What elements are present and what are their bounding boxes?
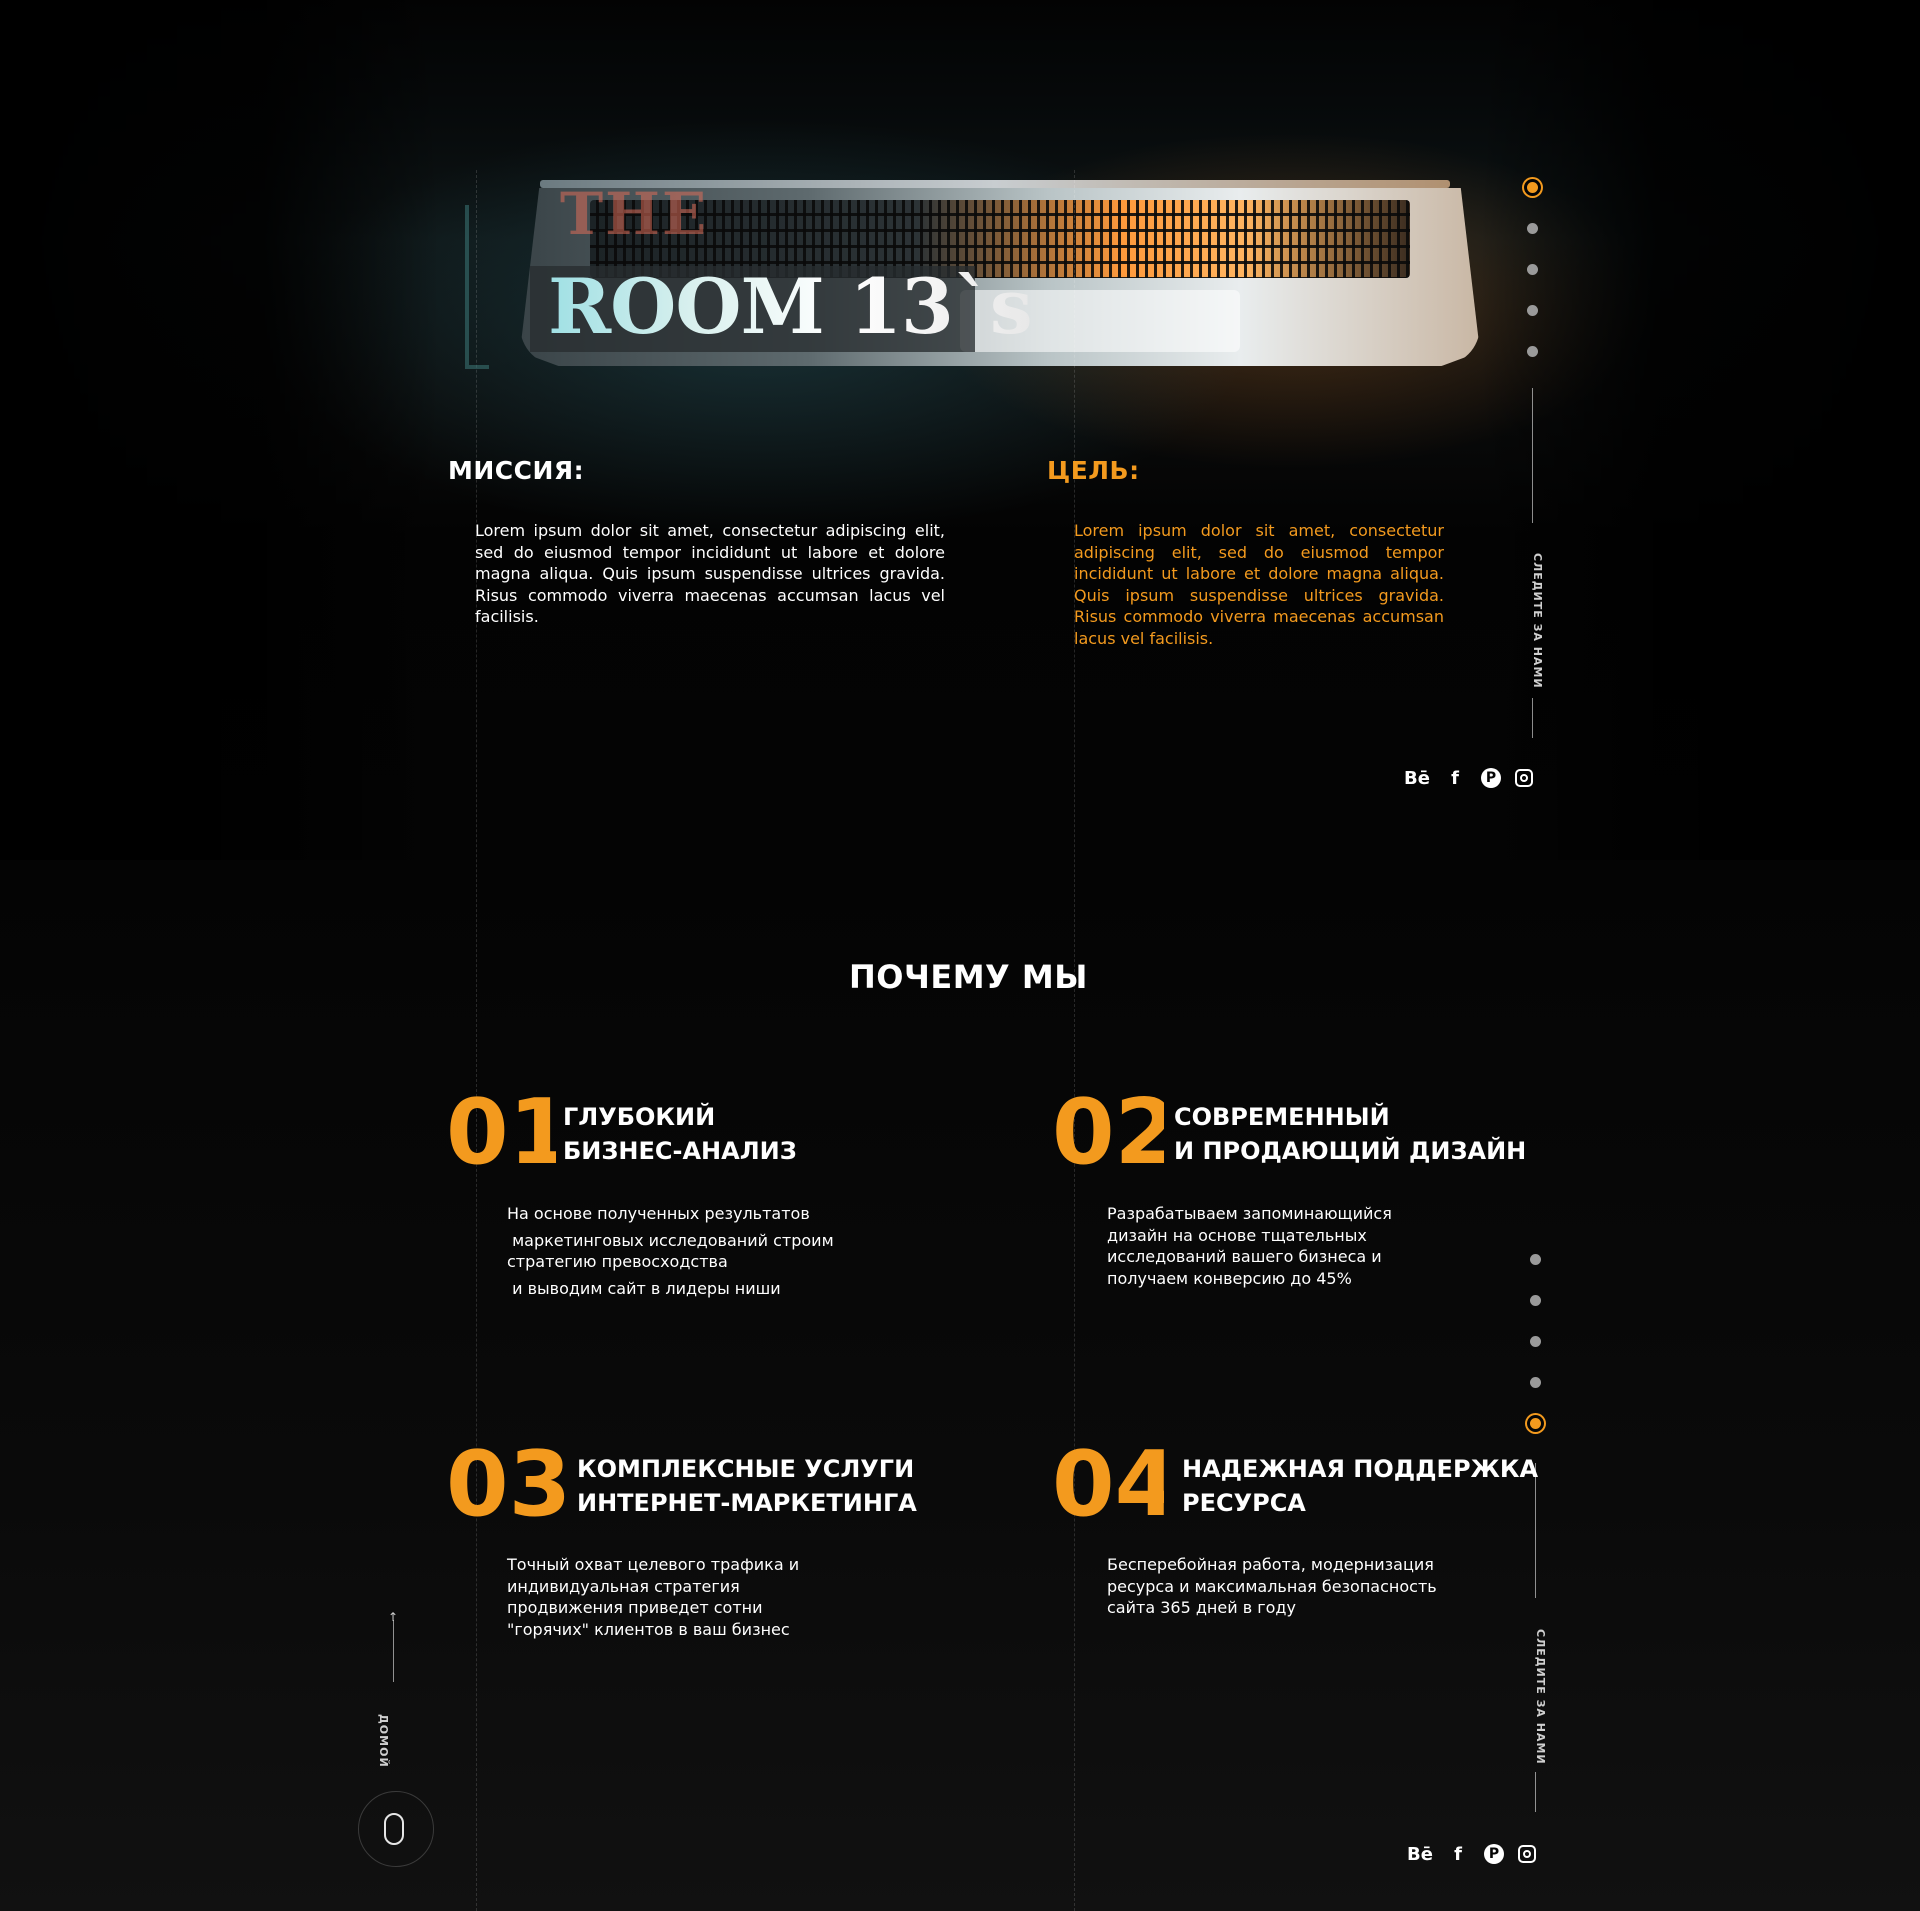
pinterest-icon[interactable]: P — [1481, 768, 1501, 788]
section-nav-dot-4[interactable] — [1530, 1377, 1541, 1388]
pinterest-icon[interactable]: P — [1484, 1844, 1504, 1864]
feature-text-line: продвижения приведет сотни — [507, 1598, 763, 1617]
follow-us-label: СЛЕДИТЕ ЗА НАМИ — [1534, 1629, 1547, 1765]
feature-heading-line: ИНТЕРНЕТ-МАРКЕТИНГА — [577, 1489, 917, 1517]
section-nav-dot-3[interactable] — [1530, 1336, 1541, 1347]
scroll-button[interactable] — [358, 1791, 434, 1867]
follow-us-label: СЛЕДИТЕ ЗА НАМИ — [1531, 553, 1544, 689]
feature-heading-4: НАДЕЖНАЯ ПОДДЕРЖКА РЕСУРСА — [1182, 1452, 1538, 1520]
logo-title: ROOM 13`s — [548, 262, 1033, 351]
feature-text-3: Точный охват целевого трафика и индивиду… — [507, 1554, 799, 1640]
social-links: Bē f P — [1407, 1842, 1536, 1866]
section-nav-dot-4[interactable] — [1527, 305, 1538, 316]
section-nav-dot-2[interactable] — [1527, 223, 1538, 234]
guide-line-left — [476, 170, 477, 1911]
goal-title: ЦЕЛЬ: — [1047, 456, 1140, 485]
mission-title: МИССИЯ: — [448, 456, 585, 485]
facebook-icon[interactable]: f — [1443, 766, 1467, 790]
feature-text-line: и выводим сайт в лидеры ниши — [507, 1278, 781, 1298]
home-rail-line — [393, 1620, 394, 1682]
section-background — [0, 860, 1920, 1911]
feature-text-line: Точный охват целевого трафика и — [507, 1555, 800, 1574]
feature-heading-1: ГЛУБОКИЙ БИЗНЕС-АНАЛИЗ — [563, 1100, 797, 1168]
feature-text-line: исследований вашего бизнеса и — [1107, 1247, 1382, 1266]
feature-heading-line: И ПРОДАЮЩИЙ ДИЗАЙН — [1174, 1137, 1527, 1165]
rail-divider-top — [1532, 388, 1533, 523]
behance-icon[interactable]: Bē — [1407, 1842, 1433, 1866]
feature-number-1: 01 — [446, 1088, 556, 1178]
feature-number-4: 04 — [1052, 1440, 1164, 1530]
feature-text-line: дизайн на основе тщательных — [1107, 1225, 1367, 1245]
facebook-icon[interactable]: f — [1446, 1842, 1470, 1866]
rail-divider-bottom — [1535, 1772, 1536, 1812]
mission-text: Lorem ipsum dolor sit amet, consectetur … — [475, 521, 945, 626]
feature-heading-line: БИЗНЕС-АНАЛИЗ — [563, 1137, 797, 1165]
feature-heading-line: ГЛУБОКИЙ — [563, 1103, 716, 1131]
hero-vignette-left — [0, 0, 440, 860]
rail-divider-bottom — [1532, 698, 1533, 738]
feature-text-line: маркетинговых исследований строим — [507, 1230, 834, 1250]
section-nav-dot-1[interactable] — [1527, 182, 1538, 193]
section-nav-dot-5[interactable] — [1527, 346, 1538, 357]
feature-heading-line: КОМПЛЕКСНЫЕ УСЛУГИ — [577, 1455, 915, 1483]
feature-text-2: Разрабатываем запоминающийся дизайн на о… — [1107, 1203, 1392, 1289]
guide-line-center — [1074, 170, 1075, 1911]
feature-text-line: сайта 365 дней в году — [1107, 1598, 1296, 1617]
instagram-icon[interactable] — [1518, 1845, 1536, 1863]
feature-text-line: На основе полученных результатов — [507, 1204, 810, 1223]
goal-text: Lorem ipsum dolor sit amet, consectetur … — [1074, 521, 1444, 648]
feature-heading-line: РЕСУРСА — [1182, 1489, 1306, 1517]
home-link[interactable]: ДОМОЙ — [377, 1714, 390, 1768]
feature-text-line: получаем конверсию до 45% — [1107, 1268, 1352, 1288]
feature-heading-3: КОМПЛЕКСНЫЕ УСЛУГИ ИНТЕРНЕТ-МАРКЕТИНГА — [577, 1452, 917, 1520]
feature-heading-2: СОВРЕМЕННЫЙ И ПРОДАЮЩИЙ ДИЗАЙН — [1174, 1100, 1526, 1168]
feature-text-1: На основе полученных результатов маркети… — [507, 1203, 834, 1299]
feature-text-line: стратегию превосходства — [507, 1252, 728, 1271]
rail-divider-top — [1535, 1463, 1536, 1598]
feature-number-3: 03 — [446, 1440, 566, 1530]
instagram-icon[interactable] — [1515, 769, 1533, 787]
section-nav-dot-5[interactable] — [1530, 1418, 1541, 1429]
feature-heading-line: НАДЕЖНАЯ ПОДДЕРЖКА — [1182, 1455, 1539, 1483]
logo-frame — [465, 205, 489, 369]
section-nav-dot-3[interactable] — [1527, 264, 1538, 275]
feature-text-4: Бесперебойная работа, модернизация ресур… — [1107, 1554, 1437, 1619]
section-nav-dot-1[interactable] — [1530, 1254, 1541, 1265]
feature-number-2: 02 — [1052, 1088, 1164, 1178]
feature-text-line: Разрабатываем запоминающийся — [1107, 1204, 1392, 1223]
why-us-title: ПОЧЕМУ МЫ — [849, 958, 1088, 996]
hero-vignette-right — [1480, 0, 1920, 860]
section-nav-dot-2[interactable] — [1530, 1295, 1541, 1306]
behance-icon[interactable]: Bē — [1404, 766, 1430, 790]
feature-text-line: ресурса и максимальная безопасность — [1107, 1576, 1437, 1596]
feature-text-line: Бесперебойная работа, модернизация — [1107, 1555, 1434, 1574]
mouse-icon — [384, 1813, 404, 1845]
feature-heading-line: СОВРЕМЕННЫЙ — [1174, 1103, 1390, 1131]
feature-text-line: "горячих" клиентов в ваш бизнес — [507, 1619, 790, 1639]
logo-prefix: THE — [560, 180, 709, 248]
social-links: Bē f P — [1404, 766, 1533, 790]
feature-text-line: индивидуальная стратегия — [507, 1576, 740, 1596]
